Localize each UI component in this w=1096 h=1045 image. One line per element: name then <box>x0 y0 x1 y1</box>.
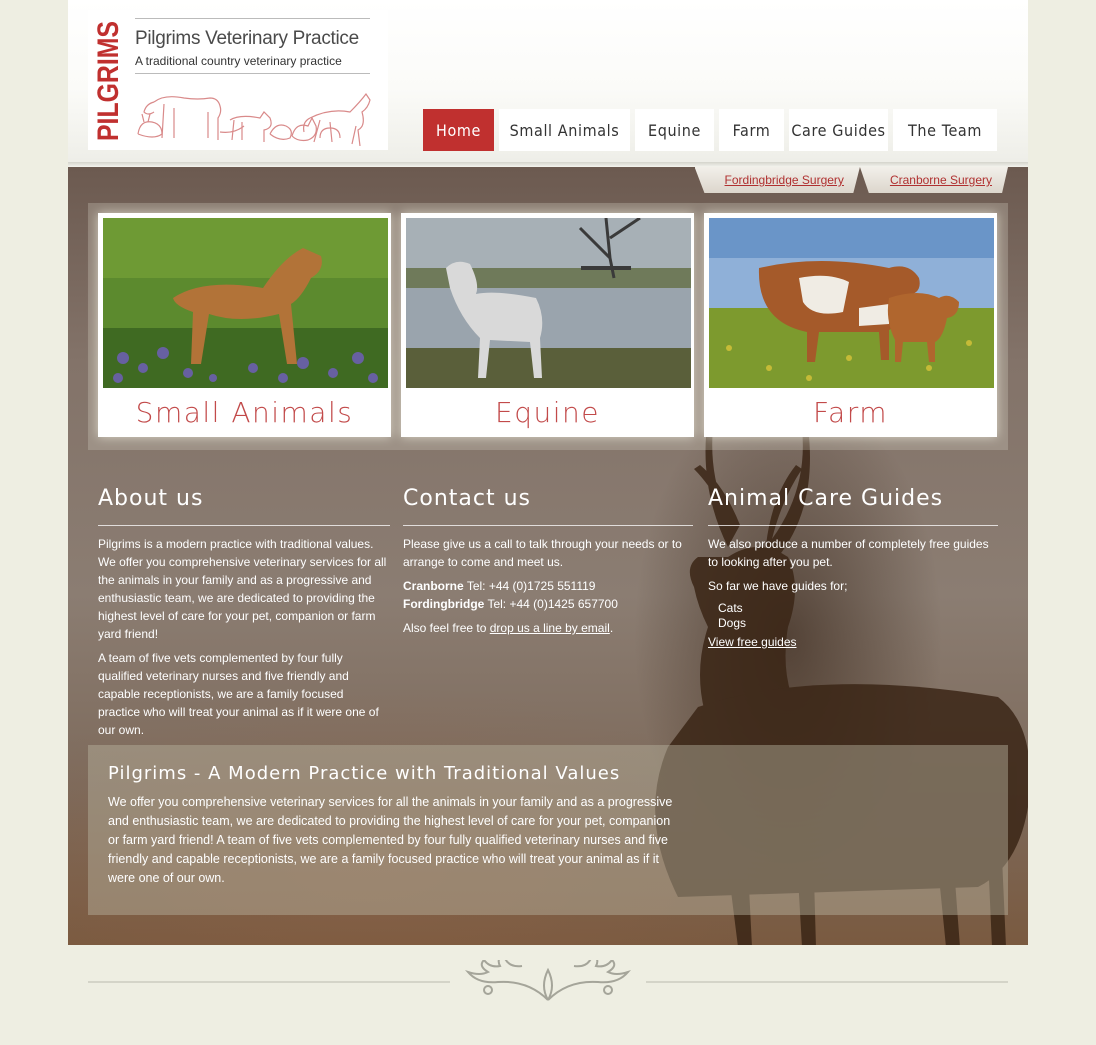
logo-title: Pilgrims Veterinary Practice <box>135 28 359 49</box>
feature-equine[interactable]: Equine <box>401 213 694 437</box>
fordingbridge-label: Fordingbridge <box>403 597 485 611</box>
link-fordingbridge-surgery[interactable]: Fordingbridge Surgery <box>725 173 844 187</box>
values-text: We offer you comprehensive veterinary se… <box>108 795 673 885</box>
header: PILGRIMS Pilgrims Veterinary Practice A … <box>68 0 1028 162</box>
feature-small-animals[interactable]: Small Animals <box>98 213 391 437</box>
guide-item-dogs: Dogs <box>718 616 747 630</box>
fordingbridge-phone: Tel: +44 (0)1425 657700 <box>487 597 618 611</box>
about-paragraph-1: Pilgrims is a modern practice with tradi… <box>98 537 387 641</box>
about-column: About us Pilgrims is a modern practice w… <box>98 482 390 745</box>
logo-vertical-wordmark: PILGRIMS <box>96 21 124 141</box>
guide-item-cats: Cats <box>718 601 743 615</box>
nav-small-animals[interactable]: Small Animals <box>499 109 630 151</box>
horse-by-stream-image <box>406 218 691 388</box>
email-prefix: Also feel free to <box>403 621 487 635</box>
tab-cranborne[interactable]: Cranborne Surgery <box>859 167 1008 193</box>
nav-home[interactable]: Home <box>423 109 494 151</box>
tab-fordingbridge[interactable]: Fordingbridge Surgery <box>694 167 860 193</box>
contact-column: Contact us Please give us a call to talk… <box>403 482 693 643</box>
email-link[interactable]: drop us a line by email <box>490 621 610 635</box>
contact-intro: Please give us a call to talk through yo… <box>403 537 682 569</box>
view-free-guides-link[interactable]: View free guides <box>708 635 797 649</box>
guides-so-far: So far we have guides for; <box>708 579 848 593</box>
cows-in-field-image <box>709 218 994 388</box>
cranborne-phone: Tel: +44 (0)1725 551119 <box>466 579 596 593</box>
values-heading: Pilgrims - A Modern Practice with Tradit… <box>108 763 621 784</box>
logo-rule-bottom <box>135 73 370 74</box>
footer-ornament <box>88 960 1008 1001</box>
contact-heading: Contact us <box>403 482 693 526</box>
svg-text:PILGRIMS: PILGRIMS <box>96 21 124 141</box>
about-paragraph-2: A team of five vets complemented by four… <box>98 651 379 737</box>
nav-the-team[interactable]: The Team <box>893 109 997 151</box>
logo-rule-top <box>135 18 370 19</box>
feature-label-small-animals: Small Animals <box>135 396 354 429</box>
guides-list: Cats Dogs <box>718 601 998 631</box>
logo[interactable]: PILGRIMS Pilgrims Veterinary Practice A … <box>88 10 388 150</box>
email-suffix: . <box>609 621 614 635</box>
contact-phones: Cranborne Tel: +44 (0)1725 551119 Fordin… <box>403 577 693 613</box>
main-content: Fordingbridge Surgery Cranborne Surgery <box>68 167 1028 945</box>
guides-heading: Animal Care Guides <box>708 482 998 526</box>
feature-label-farm: Farm <box>813 396 888 429</box>
guides-intro: We also produce a number of completely f… <box>708 537 989 569</box>
nav-equine[interactable]: Equine <box>635 109 714 151</box>
link-cranborne-surgery[interactable]: Cranborne Surgery <box>890 173 992 187</box>
guides-column: Animal Care Guides We also produce a num… <box>708 482 998 657</box>
logo-tagline: A traditional country veterinary practic… <box>135 54 342 68</box>
animal-line-art <box>137 92 371 146</box>
feature-cards: Small Animals Equine Farm <box>88 203 1008 450</box>
page: PILGRIMS Pilgrims Veterinary Practice A … <box>68 0 1028 945</box>
cranborne-label: Cranborne <box>403 579 464 593</box>
about-heading: About us <box>98 482 390 526</box>
feature-farm[interactable]: Farm <box>704 213 997 437</box>
contact-email-line: Also feel free to drop us a line by emai… <box>403 619 693 637</box>
feature-label-equine: Equine <box>495 396 600 429</box>
dog-in-bluebells-image <box>103 218 388 388</box>
surgery-tabs: Fordingbridge Surgery Cranborne Surgery <box>694 167 1008 193</box>
nav-farm[interactable]: Farm <box>719 109 784 151</box>
main-nav: Home Small Animals Equine Farm Care Guid… <box>423 109 997 151</box>
values-band: Pilgrims - A Modern Practice with Tradit… <box>88 745 1008 915</box>
nav-care-guides[interactable]: Care Guides <box>789 109 888 151</box>
